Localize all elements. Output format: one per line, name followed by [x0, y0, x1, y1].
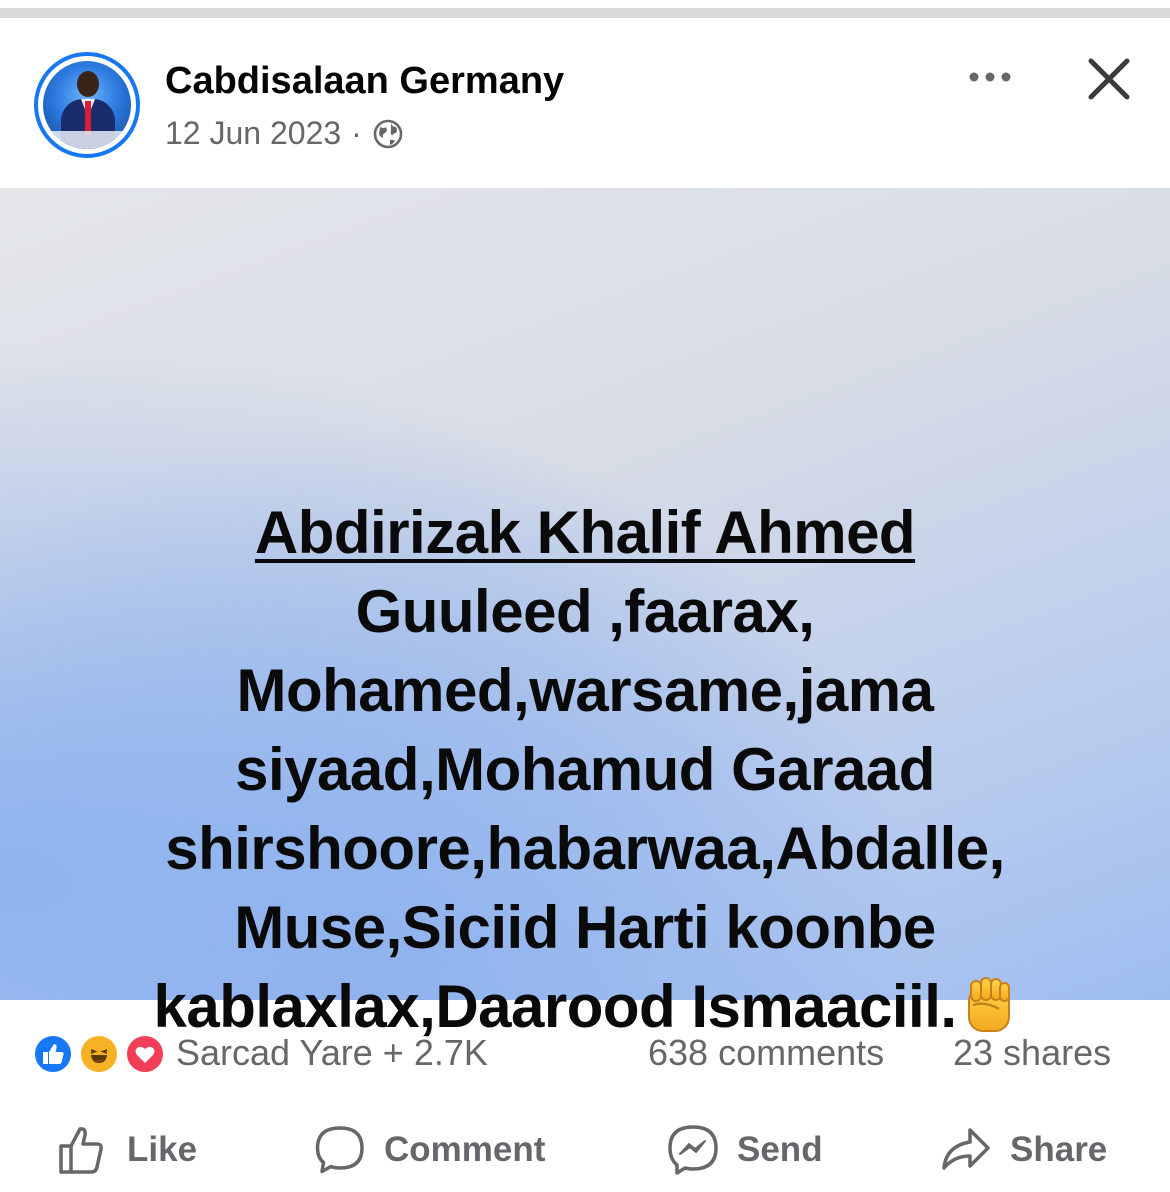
image-text-line: siyaad,Mohamud Garaad	[235, 736, 935, 803]
post-actions: Like Comment Send Share	[0, 1110, 1170, 1192]
image-text-line: Mohamed,warsame,jama	[236, 657, 934, 724]
love-reaction-icon	[124, 1033, 166, 1075]
haha-reaction-icon	[78, 1033, 120, 1075]
comment-button[interactable]: Comment	[312, 1120, 545, 1180]
send-label: Send	[737, 1130, 823, 1169]
messenger-icon	[668, 1125, 718, 1175]
share-arrow-icon	[942, 1128, 990, 1170]
post-header	[0, 18, 1170, 188]
like-reaction-icon	[32, 1033, 74, 1075]
share-button[interactable]: Share	[938, 1120, 1107, 1180]
send-button[interactable]: Send	[665, 1120, 823, 1180]
author-name[interactable]: Cabdisalaan Germany	[165, 60, 564, 103]
comment-label: Comment	[384, 1130, 546, 1169]
comments-count[interactable]: 638 comments	[648, 1032, 884, 1074]
post-meta: 12 Jun 2023 ·	[165, 115, 404, 152]
post-image-text: Abdirizak Khalif Ahmed Guuleed ,faarax, …	[0, 493, 1170, 1046]
post-image[interactable]: Abdirizak Khalif Ahmed Guuleed ,faarax, …	[0, 188, 1170, 1040]
reactions-summary: Sarcad Yare + 2.7K 638 comments 23 share…	[0, 1000, 1170, 1110]
post-date[interactable]: 12 Jun 2023	[165, 115, 341, 152]
like-label: Like	[127, 1130, 198, 1169]
shares-count[interactable]: 23 shares	[953, 1032, 1111, 1074]
like-button[interactable]: Like	[55, 1120, 197, 1180]
thumbs-up-icon	[59, 1127, 103, 1174]
image-text-line: Guuleed ,faarax,	[355, 578, 815, 645]
meta-separator: ·	[351, 115, 362, 151]
more-options-icon[interactable]	[965, 62, 1015, 92]
image-text-line: shirshoore,habarwaa,Abdalle,	[165, 815, 1005, 882]
avatar-photo	[43, 61, 131, 149]
image-text-line: Muse,Siciid Harti koonbe	[234, 894, 936, 961]
globe-icon	[373, 119, 403, 148]
close-icon[interactable]	[1085, 55, 1133, 103]
image-headline: Abdirizak Khalif Ahmed	[254, 499, 916, 566]
top-divider-bar	[0, 8, 1170, 18]
share-label: Share	[1010, 1130, 1108, 1169]
reaction-icons[interactable]	[32, 1033, 168, 1075]
comment-bubble-icon	[315, 1126, 364, 1174]
avatar[interactable]	[34, 52, 140, 158]
reactors-count[interactable]: Sarcad Yare + 2.7K	[176, 1032, 488, 1074]
